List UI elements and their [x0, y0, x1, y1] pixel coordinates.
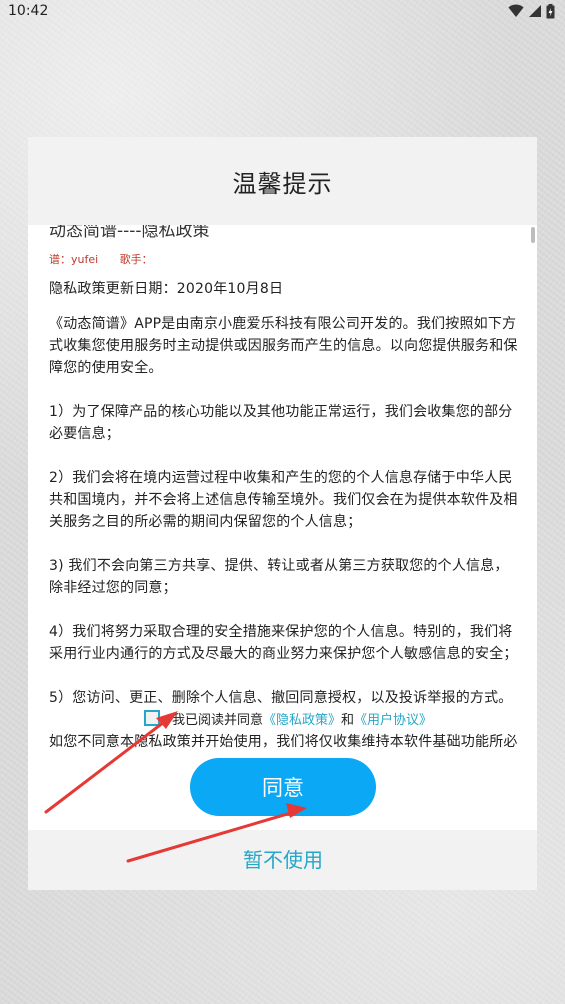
- update-date: 隐私政策更新日期：2020年10月8日: [49, 281, 284, 297]
- policy-paragraph: 4）我们将努力采取合理的安全措施来保护您的个人信息。特别的，我们将采用行业内通行…: [49, 624, 518, 662]
- status-time: 10:42: [8, 3, 49, 19]
- policy-paragraph: 1）为了保障产品的核心功能以及其他功能正常运行，我们会收集您的部分必要信息；: [49, 404, 513, 442]
- policy-scroll-area[interactable]: 动态简谱----隐私政策 谱：yufei 歌手： 隐私政策更新日期：2020年1…: [28, 225, 537, 830]
- signal-icon: [529, 5, 541, 17]
- consent-checkbox[interactable]: [144, 710, 160, 726]
- battery-icon: [546, 3, 555, 18]
- consent-text: 我已阅读并同意: [172, 712, 264, 728]
- policy-content: 动态简谱----隐私政策 谱：yufei 歌手： 隐私政策更新日期：2020年1…: [49, 225, 519, 775]
- status-icons: [508, 3, 555, 19]
- status-bar: 10:42: [0, 0, 565, 22]
- user-agreement-link[interactable]: 《用户协议》: [354, 709, 432, 728]
- policy-paragraph: 3) 我们不会向第三方共享、提供、转让或者从第三方获取您的个人信息，除非经过您的…: [49, 558, 509, 596]
- agree-button[interactable]: 同意: [190, 758, 376, 816]
- consent-row: 我已阅读并同意 《隐私政策》 和 《用户协议》: [144, 707, 432, 729]
- scrollbar[interactable]: [531, 227, 535, 243]
- privacy-policy-link[interactable]: 《隐私政策》: [263, 709, 341, 728]
- policy-paragraph: 《动态简谱》APP是由南京小鹿爱乐科技有限公司开发的。我们按照如下方式收集您使用…: [49, 316, 518, 376]
- score-author: 谱：yufei: [49, 253, 99, 266]
- consent-and: 和: [341, 712, 355, 728]
- document-title: 动态简谱----隐私政策: [49, 225, 210, 241]
- privacy-dialog: 温馨提示 动态简谱----隐私政策 谱：yufei 歌手： 隐私政策更新日期：2…: [28, 137, 537, 890]
- singer-label: 歌手：: [119, 253, 153, 266]
- wifi-icon: [508, 4, 524, 17]
- policy-paragraph: 5）您访问、更正、删除个人信息、撤回同意授权，以及投诉举报的方式。: [49, 690, 513, 706]
- policy-paragraph: 2）我们会将在境内运营过程中收集和产生的您的个人信息存储于中华人民共和国境内，并…: [49, 470, 518, 530]
- decline-button[interactable]: 暂不使用: [190, 840, 376, 876]
- document-meta: 谱：yufei 歌手：: [49, 251, 519, 269]
- policy-paragraph: 如您不同意本隐私政策并开始使用，我们将仅收集维持本软件基础功能所必: [49, 734, 518, 750]
- dialog-title: 温馨提示: [232, 169, 333, 198]
